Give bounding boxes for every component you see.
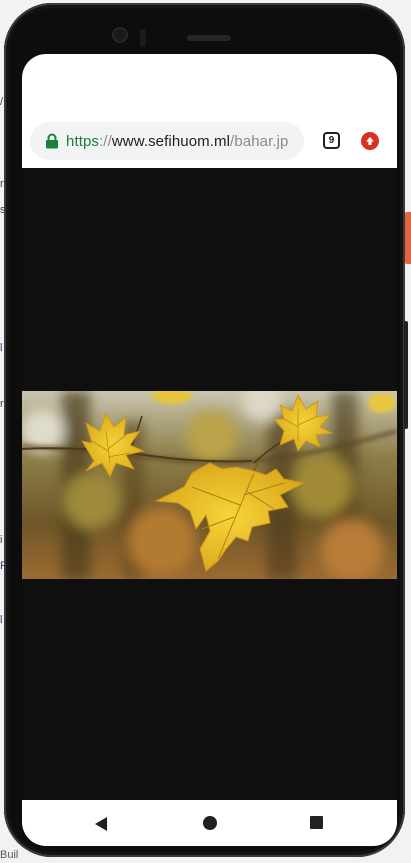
address-bar[interactable]: https://www.sefihuom.ml/bahar.jp [30, 122, 304, 160]
arrow-up-icon [366, 137, 374, 145]
power-button [404, 321, 408, 429]
url-host: www.sefihuom.ml [111, 132, 231, 150]
recents-square-icon[interactable] [310, 816, 323, 829]
phone-frame: https://www.sefihuom.ml/bahar.jp 9 [4, 3, 408, 857]
image-viewer [22, 168, 397, 800]
browser-toolbar: https://www.sefihuom.ml/bahar.jp 9 [22, 54, 397, 168]
home-circle-icon[interactable] [203, 816, 217, 830]
url-scheme: https [66, 132, 100, 150]
url-text: https://www.sefihuom.ml/bahar.jp [66, 133, 289, 150]
system-navigation-bar [22, 800, 397, 846]
url-path: /bahar.jp [230, 132, 289, 150]
autumn-leaves-image[interactable] [22, 391, 397, 579]
background-page-footer: Buil [0, 849, 19, 861]
background-page-tab [405, 212, 411, 264]
lock-icon [46, 133, 58, 149]
sensor [140, 29, 146, 47]
back-triangle-icon[interactable] [94, 816, 108, 832]
url-separator: :// [99, 132, 112, 150]
phone-screen: https://www.sefihuom.ml/bahar.jp 9 [22, 54, 397, 846]
earpiece-speaker [187, 35, 231, 41]
update-arrow-icon[interactable] [361, 132, 379, 150]
tab-switcher-icon[interactable]: 9 [323, 132, 340, 149]
front-camera [114, 29, 126, 41]
